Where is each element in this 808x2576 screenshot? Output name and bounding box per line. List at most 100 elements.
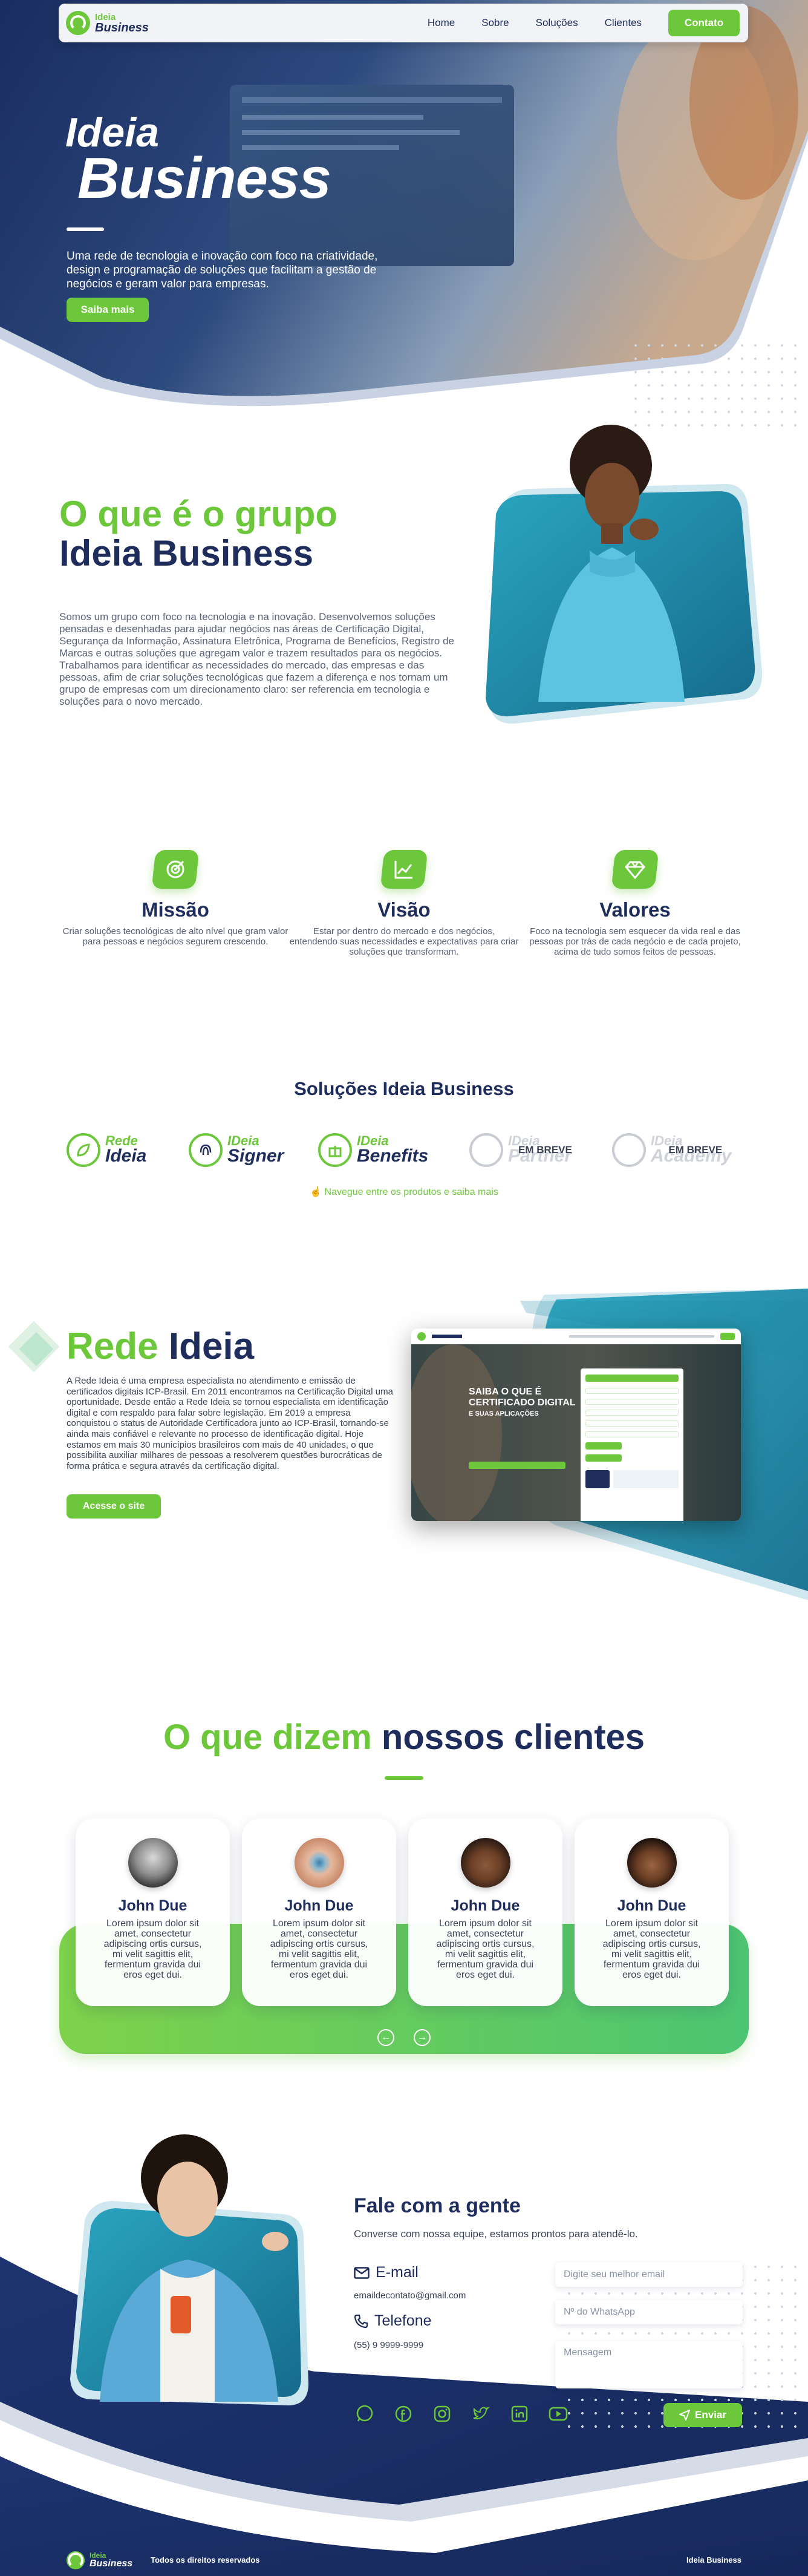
- mail-icon: [354, 2266, 370, 2279]
- mission-title: Missão: [142, 898, 209, 921]
- preview-navbar: [411, 1329, 741, 1344]
- vision-title: Visão: [377, 898, 431, 921]
- gift-icon: [318, 1133, 352, 1167]
- send-button[interactable]: Enviar: [663, 2403, 742, 2427]
- mission-text: Criar soluções tecnológicas de alto níve…: [62, 926, 288, 947]
- solutions-hint: ☝ Navegue entre os produtos e saiba mais: [0, 1186, 808, 1198]
- testimonials-title-b: nossos clientes: [381, 1718, 645, 1757]
- logo-text-bottom: Business: [95, 21, 149, 34]
- solution-rede-ideia[interactable]: Rede Ideia: [67, 1129, 146, 1171]
- testimonial-card: John Due Lorem ipsum dolor sit amet, con…: [408, 1819, 562, 2006]
- social-links: [354, 2403, 569, 2425]
- footer-logo-top: Ideia: [90, 2551, 106, 2560]
- phone-label-text: Telefone: [374, 2312, 432, 2329]
- brand-logo[interactable]: Ideia Business: [66, 11, 149, 35]
- contact-title: Fale com a gente: [354, 2194, 521, 2217]
- phone-label: Telefone: [354, 2312, 432, 2330]
- footer-brand: Ideia Business: [686, 2555, 741, 2565]
- twitter-icon[interactable]: [470, 2403, 492, 2425]
- youtube-icon[interactable]: [547, 2403, 569, 2425]
- email-value[interactable]: emaildecontato@gmail.com: [354, 2290, 466, 2301]
- arrow-right-icon: →: [417, 2032, 427, 2042]
- fingerprint-icon: [189, 1133, 223, 1167]
- testimonial-card: John Due Lorem ipsum dolor sit amet, con…: [242, 1819, 396, 2006]
- solution-ideia-signer[interactable]: IDeia Signer: [189, 1129, 284, 1171]
- partner-coming-soon: EM BREVE: [518, 1144, 572, 1156]
- instagram-icon[interactable]: [431, 2403, 453, 2425]
- testimonials-divider: [385, 1776, 423, 1780]
- solution-ideia-benefits[interactable]: IDeia Benefits: [318, 1129, 428, 1171]
- hero-description: Uma rede de tecnologia e inovação com fo…: [67, 250, 378, 290]
- preview-form: [581, 1368, 683, 1521]
- diamond-decoration: [8, 1321, 60, 1373]
- testimonials-title-a: O que dizem: [163, 1718, 372, 1757]
- testimonial-text: Lorem ipsum dolor sit amet, consectetur …: [436, 1918, 535, 1980]
- email-label-text: E-mail: [376, 2264, 419, 2281]
- solution-ideia-partner[interactable]: IDeia Partner EM BREVE: [469, 1129, 572, 1171]
- testimonial-name: John Due: [617, 1897, 686, 1914]
- nav-link-sobre[interactable]: Sobre: [481, 17, 509, 29]
- solutions-title: Soluções Ideia Business: [294, 1078, 514, 1099]
- avatar: [460, 1838, 510, 1888]
- contact-button[interactable]: Contato: [668, 10, 740, 36]
- nav-link-home[interactable]: Home: [428, 17, 455, 29]
- facebook-icon[interactable]: [393, 2403, 414, 2425]
- phone-icon: [354, 2314, 368, 2328]
- footer-logo[interactable]: Ideia Business: [67, 2551, 132, 2569]
- pointer-hand-icon: ☝: [310, 1187, 322, 1197]
- email-input[interactable]: [555, 2263, 743, 2287]
- logo-text-top: Ideia: [95, 11, 116, 22]
- whatsapp-icon[interactable]: [354, 2403, 376, 2425]
- values-block: Valores Foco na tecnologia sem esquecer …: [520, 850, 750, 957]
- rede-ideia-title-a: Rede: [67, 1326, 158, 1367]
- solution-rede-ideia-bottom: Ideia: [105, 1146, 147, 1166]
- about-text: Somos um grupo com foco na tecnologia e …: [59, 611, 454, 707]
- vision-block: Visão Estar por dentro do mercado e dos …: [289, 850, 519, 957]
- rede-ideia-text: A Rede Ideia é uma empresa especialista …: [67, 1376, 393, 1471]
- linkedin-icon[interactable]: [509, 2403, 530, 2425]
- values-text: Foco na tecnologia sem esquecer da vida …: [529, 926, 741, 957]
- testimonial-text: Lorem ipsum dolor sit amet, consectetur …: [602, 1918, 701, 1980]
- rede-ideia-title: Rede Ideia: [67, 1325, 254, 1368]
- hero-section: Ideia Business Home Sobre Soluções Clien…: [0, 0, 808, 436]
- logo-icon: [67, 2551, 85, 2569]
- preview-heading-2: CERTIFICADO DIGITAL: [469, 1398, 576, 1408]
- testimonial-card: John Due Lorem ipsum dolor sit amet, con…: [575, 1819, 729, 2006]
- hero-divider: [67, 227, 104, 231]
- testimonials-title: O que dizem nossos clientes: [0, 1717, 808, 1757]
- testimonials-next-button[interactable]: →: [414, 2029, 431, 2046]
- vision-text: Estar por dentro do mercado e dos negóci…: [289, 926, 519, 957]
- contact-subtitle: Converse com nossa equipe, estamos pront…: [354, 2228, 638, 2240]
- testimonial-text: Lorem ipsum dolor sit amet, consectetur …: [270, 1918, 368, 1980]
- mission-block: Missão Criar soluções tecnológicas de al…: [60, 850, 290, 947]
- target-icon: [166, 860, 184, 878]
- testimonial-text: Lorem ipsum dolor sit amet, consectetur …: [103, 1918, 202, 1980]
- send-icon: [679, 2410, 690, 2421]
- nav-link-solucoes[interactable]: Soluções: [536, 17, 578, 29]
- message-textarea[interactable]: [555, 2341, 743, 2388]
- preview-heading-1: SAIBA O QUE É: [469, 1387, 542, 1397]
- about-woman-image: [486, 425, 763, 724]
- avatar: [627, 1838, 677, 1888]
- saiba-mais-button[interactable]: Saiba mais: [67, 298, 149, 322]
- footer-copyright: Todos os direitos reservados: [151, 2555, 260, 2565]
- testimonials-prev-button[interactable]: ←: [377, 2029, 394, 2046]
- solution-ideia-academy[interactable]: IDeia Academy EM BREVE: [612, 1129, 731, 1171]
- solution-ideia-signer-bottom: Signer: [227, 1146, 284, 1166]
- about-title-line1: O que é o grupo: [59, 494, 337, 534]
- phone-value[interactable]: (55) 9 9999-9999: [354, 2340, 423, 2350]
- nav-link-clientes[interactable]: Clientes: [605, 17, 642, 29]
- testimonial-name: John Due: [118, 1897, 187, 1914]
- academy-coming-soon: EM BREVE: [668, 1144, 723, 1156]
- rede-ideia-website-preview[interactable]: SAIBA O QUE É CERTIFICADO DIGITAL E SUAS…: [411, 1329, 741, 1521]
- hero-title-line2: Business: [77, 146, 331, 211]
- solutions-logo-row: Rede Ideia IDeia Signer IDeia Benefits I…: [60, 1129, 750, 1171]
- handshake-icon: [469, 1133, 503, 1167]
- nav-links: Home Sobre Soluções Clientes Contato: [428, 10, 740, 36]
- whatsapp-input[interactable]: [555, 2300, 743, 2324]
- graduation-cap-icon: [612, 1133, 646, 1167]
- acesse-site-button[interactable]: Acesse o site: [67, 1494, 161, 1518]
- rede-ideia-title-b: Ideia: [168, 1326, 255, 1367]
- footer-logo-bottom: Business: [90, 2558, 133, 2569]
- chart-icon: [394, 861, 412, 879]
